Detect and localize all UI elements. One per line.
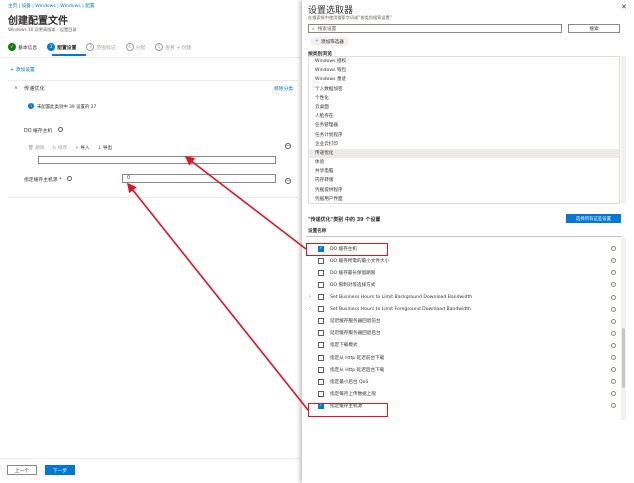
annotation-arrows	[127, 156, 309, 411]
arrow-to-host-input	[184, 156, 307, 250]
arrow-to-source-input	[127, 182, 309, 411]
